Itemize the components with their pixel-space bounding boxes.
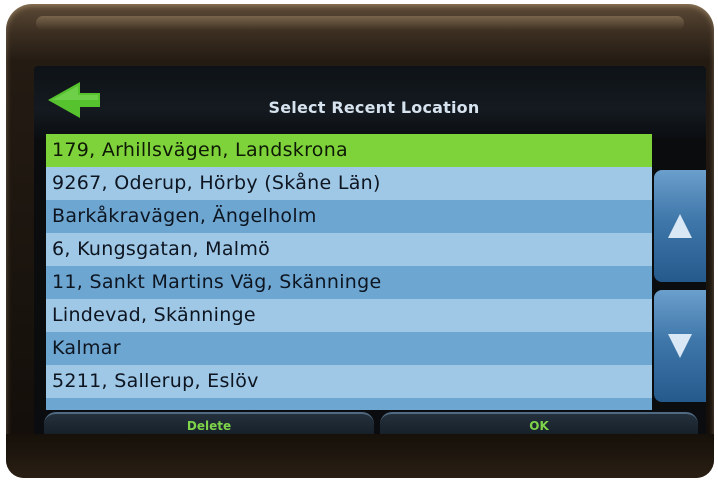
list-item-label: Lindevad, Skänninge xyxy=(52,304,256,326)
back-arrow-icon xyxy=(48,82,100,118)
scroll-up-arrow-icon xyxy=(668,214,692,238)
scroll-down-button[interactable] xyxy=(654,290,706,402)
list-item[interactable]: 9267, Oderup, Hörby (Skåne Län) xyxy=(46,167,652,200)
list-item-label: 6, Kungsgatan, Malmö xyxy=(52,238,271,260)
list-item[interactable]: 179, Arhillsvägen, Landskrona xyxy=(46,134,652,167)
recent-locations-list: 179, Arhillsvägen, Landskrona 9267, Oder… xyxy=(46,134,652,410)
list-item[interactable]: Kalmar xyxy=(46,332,652,365)
scroll-controls xyxy=(654,162,706,422)
gps-device: Select Recent Location 179, Arhillsvägen… xyxy=(6,4,714,478)
list-item[interactable]: 11, Sankt Martins Väg, Skänninge xyxy=(46,266,652,299)
page-title: Select Recent Location xyxy=(268,98,480,117)
list-item-label: Kalmar xyxy=(52,337,121,359)
list-item[interactable]: Barkåkravägen, Ängelholm xyxy=(46,200,652,233)
device-bezel-highlight xyxy=(36,16,684,30)
list-item-partial[interactable] xyxy=(46,398,652,410)
back-button[interactable] xyxy=(46,78,102,122)
list-item[interactable]: 6, Kungsgatan, Malmö xyxy=(46,233,652,266)
list-item-label: 9267, Oderup, Hörby (Skåne Län) xyxy=(52,172,381,194)
list-item-label: 179, Arhillsvägen, Landskrona xyxy=(52,139,348,161)
gps-screen: Select Recent Location 179, Arhillsvägen… xyxy=(34,66,706,440)
scroll-down-arrow-icon xyxy=(668,334,692,358)
header-bar: Select Recent Location xyxy=(34,66,706,138)
list-item[interactable]: Lindevad, Skänninge xyxy=(46,299,652,332)
list-item-label: Barkåkravägen, Ängelholm xyxy=(52,205,317,227)
list-item-label: 11, Sankt Martins Väg, Skänninge xyxy=(52,271,382,293)
scroll-up-button[interactable] xyxy=(654,170,706,282)
list-item-label: 5211, Sallerup, Eslöv xyxy=(52,370,259,392)
list-item[interactable]: 5211, Sallerup, Eslöv xyxy=(46,365,652,398)
device-bottom-bezel xyxy=(6,434,714,478)
